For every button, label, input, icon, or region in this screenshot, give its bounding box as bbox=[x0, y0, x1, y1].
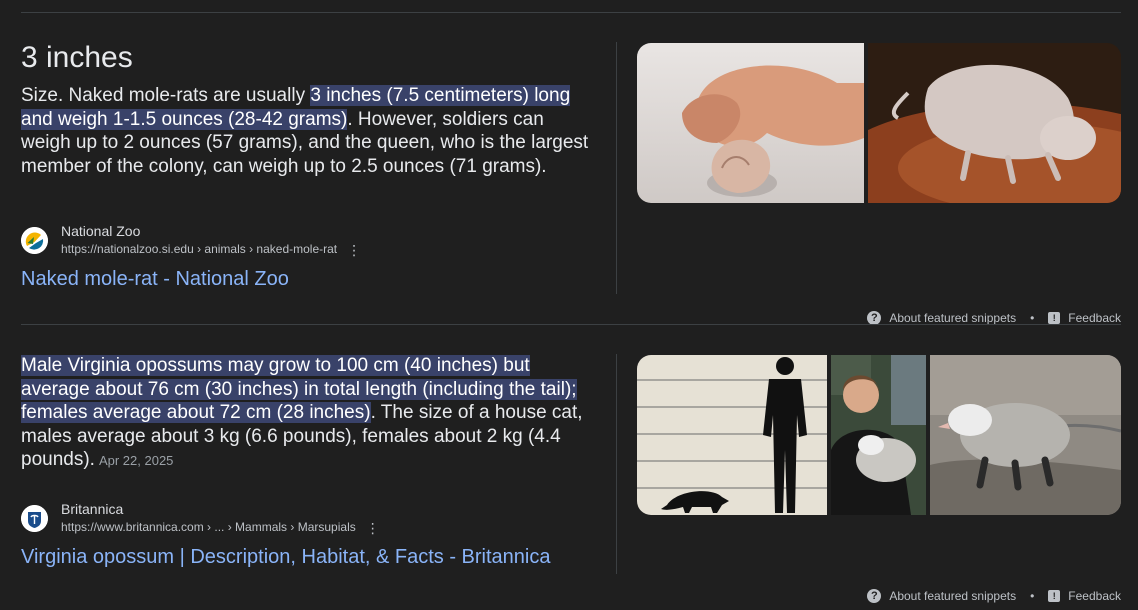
hand-holding-naked-mole-rat-image[interactable] bbox=[637, 43, 864, 203]
woman-holding-opossum-image[interactable] bbox=[831, 355, 926, 515]
snippet-2-footer: ? About featured snippets • ! Feedback bbox=[867, 589, 1121, 603]
feedback-link[interactable]: Feedback bbox=[1068, 589, 1121, 603]
source-site-name: Britannica bbox=[61, 501, 124, 517]
feedback-icon: ! bbox=[1048, 590, 1061, 602]
snippet-1-footer: ? About featured snippets • ! Feedback bbox=[867, 311, 1121, 325]
snippet-2-content: Male Virginia opossums may grow to 100 c… bbox=[21, 354, 596, 473]
result-link-title[interactable]: Virginia opossum | Description, Habitat,… bbox=[21, 545, 551, 569]
source-row[interactable]: Britannica https://www.britannica.com › … bbox=[21, 500, 621, 536]
help-circle-icon: ? bbox=[867, 311, 882, 325]
more-options-icon[interactable]: ⋮ bbox=[366, 520, 380, 536]
naked-mole-rat-on-dirt-image[interactable] bbox=[868, 43, 1121, 203]
column-divider bbox=[616, 42, 617, 294]
help-circle-icon: ? bbox=[867, 589, 882, 603]
column-divider bbox=[616, 354, 617, 574]
national-zoo-favicon-icon bbox=[21, 227, 48, 254]
source-row[interactable]: National Zoo https://nationalzoo.si.edu … bbox=[21, 222, 621, 258]
footer-separator: • bbox=[1030, 589, 1035, 603]
source-url-text: https://www.britannica.com › ... › Mamma… bbox=[61, 520, 356, 534]
snippet-text-before: Size. Naked mole-rats are usually bbox=[21, 85, 311, 106]
snippet-date: Apr 22, 2025 bbox=[98, 453, 174, 468]
britannica-favicon-icon bbox=[21, 505, 48, 532]
snippet-answer-title: 3 inches bbox=[21, 41, 133, 74]
snippet-2-images bbox=[637, 355, 1121, 515]
snippet-1-images bbox=[637, 43, 1121, 203]
snippet-body-text: Male Virginia opossums may grow to 100 c… bbox=[21, 354, 596, 473]
feedback-link[interactable]: Feedback bbox=[1068, 311, 1121, 325]
feedback-icon: ! bbox=[1048, 312, 1061, 324]
about-featured-snippets-link[interactable]: About featured snippets bbox=[889, 589, 1016, 603]
snippet-body-text: Size. Naked mole-rats are usually 3 inch… bbox=[21, 84, 596, 178]
snippet-1-source: National Zoo https://nationalzoo.si.edu … bbox=[21, 222, 596, 302]
source-url-text: https://nationalzoo.si.edu › animals › n… bbox=[61, 242, 338, 256]
top-divider bbox=[21, 12, 1121, 13]
snippet-divider bbox=[21, 324, 1121, 325]
opossum-walking-image[interactable] bbox=[930, 355, 1121, 515]
snippet-2-source: Britannica https://www.britannica.com › … bbox=[21, 500, 596, 580]
about-featured-snippets-link[interactable]: About featured snippets bbox=[889, 311, 1016, 325]
source-url: https://nationalzoo.si.edu › animals › n… bbox=[61, 241, 361, 258]
snippet-1-content: 3 inches Size. Naked mole-rats are usual… bbox=[21, 40, 596, 178]
result-link-title[interactable]: Naked mole-rat - National Zoo bbox=[21, 267, 289, 291]
source-site-name: National Zoo bbox=[61, 223, 141, 239]
more-options-icon[interactable]: ⋮ bbox=[347, 242, 361, 258]
footer-separator: • bbox=[1030, 311, 1035, 325]
source-url: https://www.britannica.com › ... › Mamma… bbox=[61, 519, 380, 536]
opossum-size-comparison-chart-image[interactable] bbox=[637, 355, 827, 515]
